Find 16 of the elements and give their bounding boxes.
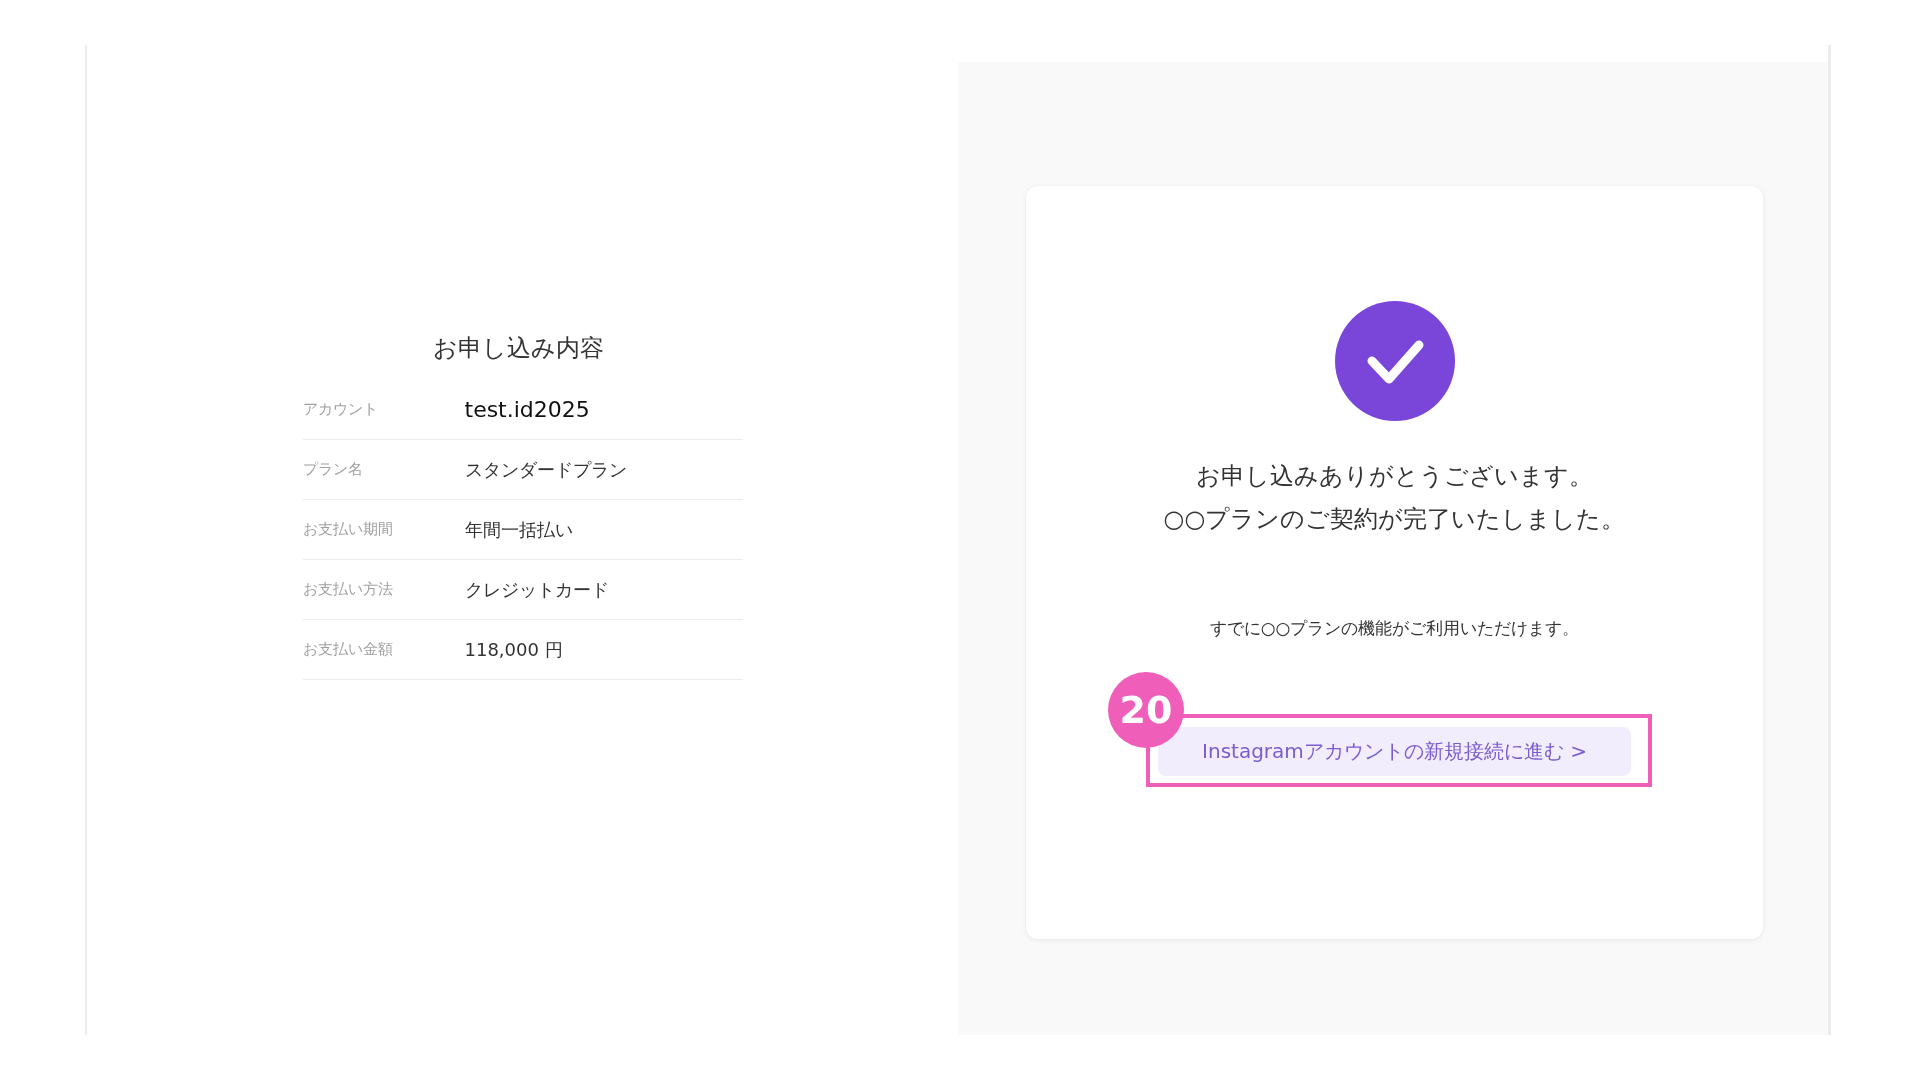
row-label: お支払い期間 xyxy=(302,520,394,539)
connect-button[interactable]: Instagramアカウントの新規接続に進む > xyxy=(1158,727,1631,776)
check-icon xyxy=(1334,301,1455,421)
row-value: test.id2025 xyxy=(464,397,591,422)
row-value: 年間一括払い xyxy=(464,517,574,542)
note-text: すでに○○プランの機能がご利用いただけます。 xyxy=(1209,617,1580,640)
summary-title: お申し込み内容 xyxy=(433,333,605,364)
row-value: 118,000 円 xyxy=(464,637,564,662)
row-value: スタンダードプラン xyxy=(464,457,628,482)
row-label: お支払い金額 xyxy=(302,640,394,659)
row-label: アカウント xyxy=(302,400,379,419)
row-label: プラン名 xyxy=(302,460,364,479)
step-badge: 20 xyxy=(1108,672,1185,748)
thank-you-message: お申し込みありがとうございます。 ○○プランのご契約が完了いたしました。 xyxy=(1163,461,1626,535)
row-value: クレジットカード xyxy=(464,577,610,602)
row-label: お支払い方法 xyxy=(302,580,394,599)
